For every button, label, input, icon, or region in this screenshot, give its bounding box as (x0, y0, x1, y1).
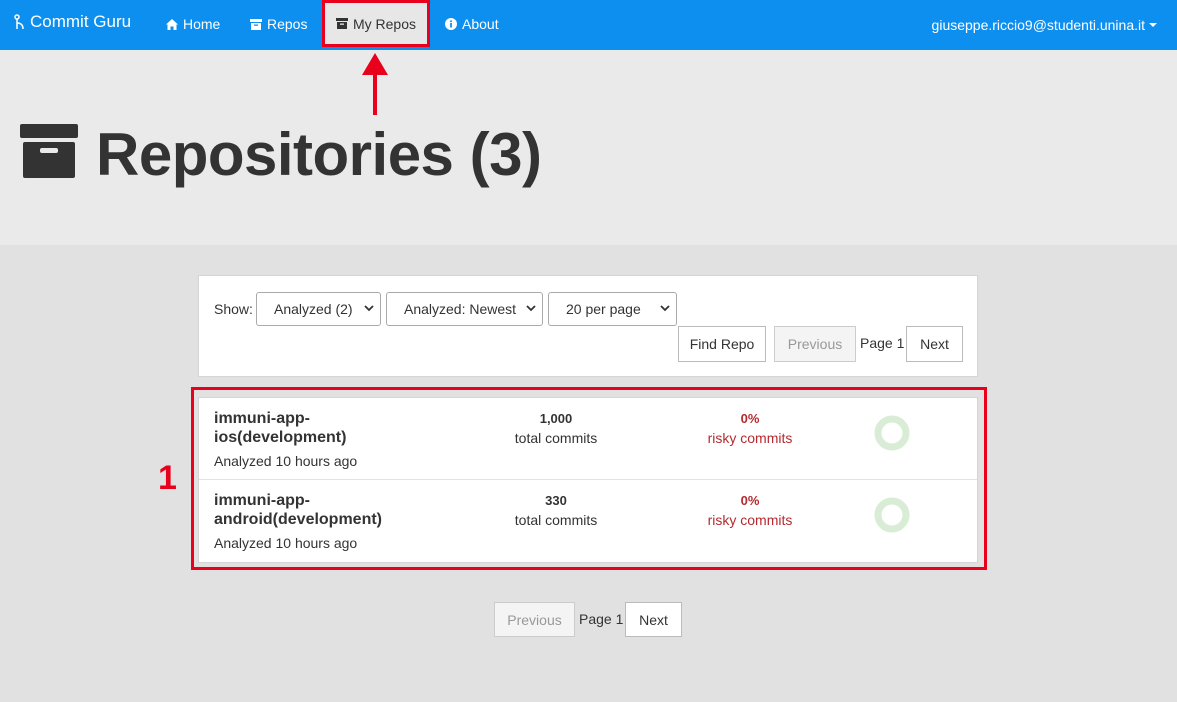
bottom-page-indicator: Page 1 (579, 611, 624, 627)
annotation-number: 1 (158, 459, 177, 497)
find-repo-button[interactable]: Find Repo (678, 326, 766, 362)
navbar: Commit Guru Home Repos My Repos About gi… (0, 0, 1177, 50)
page-title: Repositories (3) (96, 121, 542, 188)
bottom-next-button[interactable]: Next (625, 602, 682, 637)
page-indicator: Page 1 (860, 335, 905, 351)
archive-icon (335, 18, 348, 29)
chevron-down-icon (1149, 23, 1157, 27)
arrow-up-icon (362, 53, 388, 115)
chevron-down-icon (660, 305, 670, 312)
next-button[interactable]: Next (906, 326, 963, 362)
per-page-select[interactable]: 20 per page (548, 292, 677, 326)
show-label: Show: (214, 301, 253, 317)
brand-link[interactable]: Commit Guru (14, 12, 131, 32)
info-icon (445, 18, 457, 30)
nav-about[interactable]: About (445, 16, 499, 32)
nav-home-label: Home (183, 16, 221, 32)
nav-about-label: About (462, 16, 499, 32)
status-select-value: Analyzed (2) (274, 301, 353, 317)
nav-repos-label: Repos (267, 16, 308, 32)
per-page-select-value: 20 per page (566, 301, 641, 317)
page-header: Repositories (3) (0, 50, 1177, 245)
status-select[interactable]: Analyzed (2) (256, 292, 381, 326)
user-email: giuseppe.riccio9@studenti.unina.it (931, 17, 1145, 33)
chevron-down-icon (526, 305, 536, 312)
commit-icon (14, 14, 24, 30)
archive-icon (20, 124, 78, 178)
home-icon (166, 18, 178, 30)
nav-my-repos-label: My Repos (352, 15, 417, 32)
filter-panel: Show: Analyzed (2) Analyzed: Newest 20 p… (198, 275, 978, 377)
user-menu[interactable]: giuseppe.riccio9@studenti.unina.it (932, 17, 1157, 33)
archive-icon (250, 18, 262, 30)
brand-label: Commit Guru (30, 12, 132, 31)
sort-select-value: Analyzed: Newest (404, 301, 517, 317)
nav-home[interactable]: Home (166, 16, 220, 32)
bottom-previous-button[interactable]: Previous (494, 602, 575, 637)
sort-select[interactable]: Analyzed: Newest (386, 292, 543, 326)
nav-repos[interactable]: Repos (250, 16, 307, 32)
chevron-down-icon (364, 305, 374, 312)
nav-my-repos[interactable]: My Repos (322, 0, 430, 47)
highlight-frame (191, 387, 987, 570)
previous-button[interactable]: Previous (774, 326, 856, 362)
